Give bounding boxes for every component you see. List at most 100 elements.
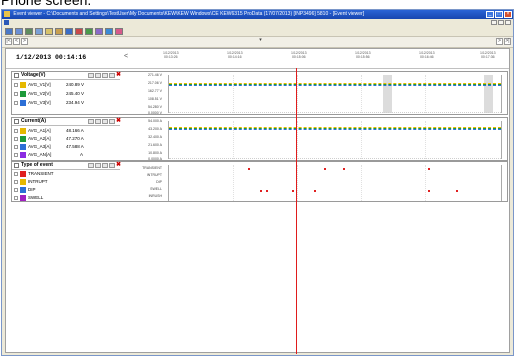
panel-title: Type of event bbox=[21, 162, 53, 168]
timeline-dropdown-icon[interactable]: ▾ bbox=[257, 38, 264, 45]
series-row[interactable]: AVG_AN[A] A bbox=[14, 151, 120, 159]
series-checkbox[interactable] bbox=[14, 129, 18, 133]
save-icon[interactable] bbox=[15, 27, 23, 35]
zoom-out-icon[interactable] bbox=[65, 27, 73, 35]
current-plot-area[interactable] bbox=[168, 121, 502, 159]
event-checkbox[interactable] bbox=[14, 172, 18, 176]
y-axis-label: 54.000 A bbox=[148, 119, 162, 123]
event-marker[interactable] bbox=[324, 168, 326, 170]
panel-fit-button[interactable] bbox=[109, 73, 115, 78]
copy-icon[interactable] bbox=[45, 27, 53, 35]
panel-close-icon[interactable]: ✖ bbox=[116, 118, 122, 124]
maximize-button[interactable]: □ bbox=[495, 11, 503, 18]
panel-zoom-button[interactable] bbox=[102, 119, 108, 124]
event-marker[interactable] bbox=[428, 190, 430, 192]
app-icon bbox=[4, 10, 10, 17]
series-row[interactable]: AVG_V3[V] 234.94 V bbox=[14, 99, 120, 107]
export-icon[interactable] bbox=[115, 27, 123, 35]
event-checkbox[interactable] bbox=[14, 180, 18, 184]
open-icon[interactable] bbox=[5, 27, 13, 35]
gap-band bbox=[383, 75, 392, 113]
minimize-button[interactable]: _ bbox=[486, 11, 494, 18]
child-minimize-button[interactable] bbox=[491, 20, 497, 25]
help-icon[interactable] bbox=[105, 27, 113, 35]
panel-settings-button[interactable] bbox=[88, 163, 94, 168]
prev-page-button[interactable]: < bbox=[13, 38, 20, 45]
event-marker[interactable] bbox=[266, 190, 268, 192]
panel-scale-button[interactable] bbox=[95, 163, 101, 168]
event-marker[interactable] bbox=[343, 168, 345, 170]
grid-line bbox=[361, 165, 362, 201]
panel-fit-button[interactable] bbox=[109, 163, 115, 168]
first-page-button[interactable]: |< bbox=[5, 38, 12, 45]
event-type-row[interactable]: INTRUPT bbox=[14, 178, 120, 186]
panel-header: Voltage(V) ✖ bbox=[12, 72, 122, 80]
y-axis-label: 217.06 V bbox=[147, 81, 162, 85]
event-marker[interactable] bbox=[292, 190, 294, 192]
panel-scale-button[interactable] bbox=[95, 73, 101, 78]
event-marker[interactable] bbox=[428, 168, 430, 170]
scroll-right-button[interactable]: > bbox=[496, 38, 503, 45]
event-viewer-content: 1/12/2013 00:14:16 < 1/12/2013 00:13:26 1… bbox=[5, 48, 510, 354]
event-marker[interactable] bbox=[248, 168, 250, 170]
series-checkbox[interactable] bbox=[14, 145, 18, 149]
panel-fit-button[interactable] bbox=[109, 119, 115, 124]
cut-icon[interactable] bbox=[35, 27, 43, 35]
y-axis-label: TRANSIENT bbox=[142, 166, 162, 170]
chart-icon[interactable] bbox=[75, 27, 83, 35]
event-checkbox[interactable] bbox=[14, 196, 18, 200]
grid-line bbox=[361, 75, 362, 113]
settings-icon[interactable] bbox=[95, 27, 103, 35]
panel-zoom-button[interactable] bbox=[102, 73, 108, 78]
time-tick: 1/12/2013 00:13:26 bbox=[163, 51, 179, 59]
panel-zoom-button[interactable] bbox=[102, 163, 108, 168]
series-row[interactable]: AVG_V2[V] 245.40 V bbox=[14, 90, 120, 98]
series-checkbox[interactable] bbox=[14, 83, 18, 87]
event-checkbox[interactable] bbox=[14, 188, 18, 192]
series-row[interactable]: AVG_A3[A] 47.588 A bbox=[14, 143, 120, 151]
series-row[interactable]: AVG_A2[A] 47.270 A bbox=[14, 135, 120, 143]
grid-line bbox=[233, 75, 234, 113]
series-label: AVG_V1[V] bbox=[28, 82, 51, 87]
event-marker[interactable] bbox=[314, 190, 316, 192]
event-label: INTRUPT bbox=[28, 179, 48, 184]
events-plot-area[interactable] bbox=[168, 165, 502, 201]
next-page-button[interactable]: > bbox=[21, 38, 28, 45]
panel-checkbox[interactable] bbox=[14, 73, 19, 78]
print-icon[interactable] bbox=[25, 27, 33, 35]
panel-checkbox[interactable] bbox=[14, 163, 19, 168]
event-marker[interactable] bbox=[260, 190, 262, 192]
child-restore-button[interactable] bbox=[498, 20, 504, 25]
document-icon[interactable] bbox=[4, 20, 9, 25]
series-color-swatch bbox=[20, 136, 26, 142]
panel-scale-button[interactable] bbox=[95, 119, 101, 124]
panel-settings-button[interactable] bbox=[88, 73, 94, 78]
voltage-plot-area[interactable] bbox=[168, 75, 502, 113]
series-checkbox[interactable] bbox=[14, 92, 18, 96]
event-type-row[interactable]: SWELL bbox=[14, 194, 120, 202]
event-marker[interactable] bbox=[456, 190, 458, 192]
panel-close-icon[interactable]: ✖ bbox=[116, 72, 122, 78]
panel-close-icon[interactable]: ✖ bbox=[116, 162, 122, 168]
event-type-row[interactable]: TRANSIENT bbox=[14, 170, 120, 178]
event-color-swatch bbox=[20, 171, 26, 177]
time-cursor-line[interactable] bbox=[296, 68, 297, 354]
zoom-in-icon[interactable] bbox=[55, 27, 63, 35]
series-row[interactable]: AVG_V1[V] 240.89 V bbox=[14, 81, 120, 89]
collapse-arrow-icon[interactable]: < bbox=[124, 53, 128, 60]
last-page-button[interactable]: >| bbox=[504, 38, 511, 45]
series-checkbox[interactable] bbox=[14, 153, 18, 157]
baseline bbox=[169, 158, 501, 159]
close-button[interactable]: × bbox=[504, 11, 512, 18]
panel-settings-button[interactable] bbox=[88, 119, 94, 124]
child-close-button[interactable] bbox=[505, 20, 511, 25]
event-type-row[interactable]: DIP bbox=[14, 186, 120, 194]
series-checkbox[interactable] bbox=[14, 101, 18, 105]
series-color-swatch bbox=[20, 144, 26, 150]
current-datetime: 1/12/2013 00:14:16 bbox=[16, 54, 87, 61]
series-row[interactable]: AVG_A1[A] 48.166 A bbox=[14, 127, 120, 135]
panel-checkbox[interactable] bbox=[14, 119, 19, 124]
events-panel: Type of event ✖ TRANSIENT INTRUPT DIP SW… bbox=[11, 161, 508, 202]
series-checkbox[interactable] bbox=[14, 137, 18, 141]
table-icon[interactable] bbox=[85, 27, 93, 35]
